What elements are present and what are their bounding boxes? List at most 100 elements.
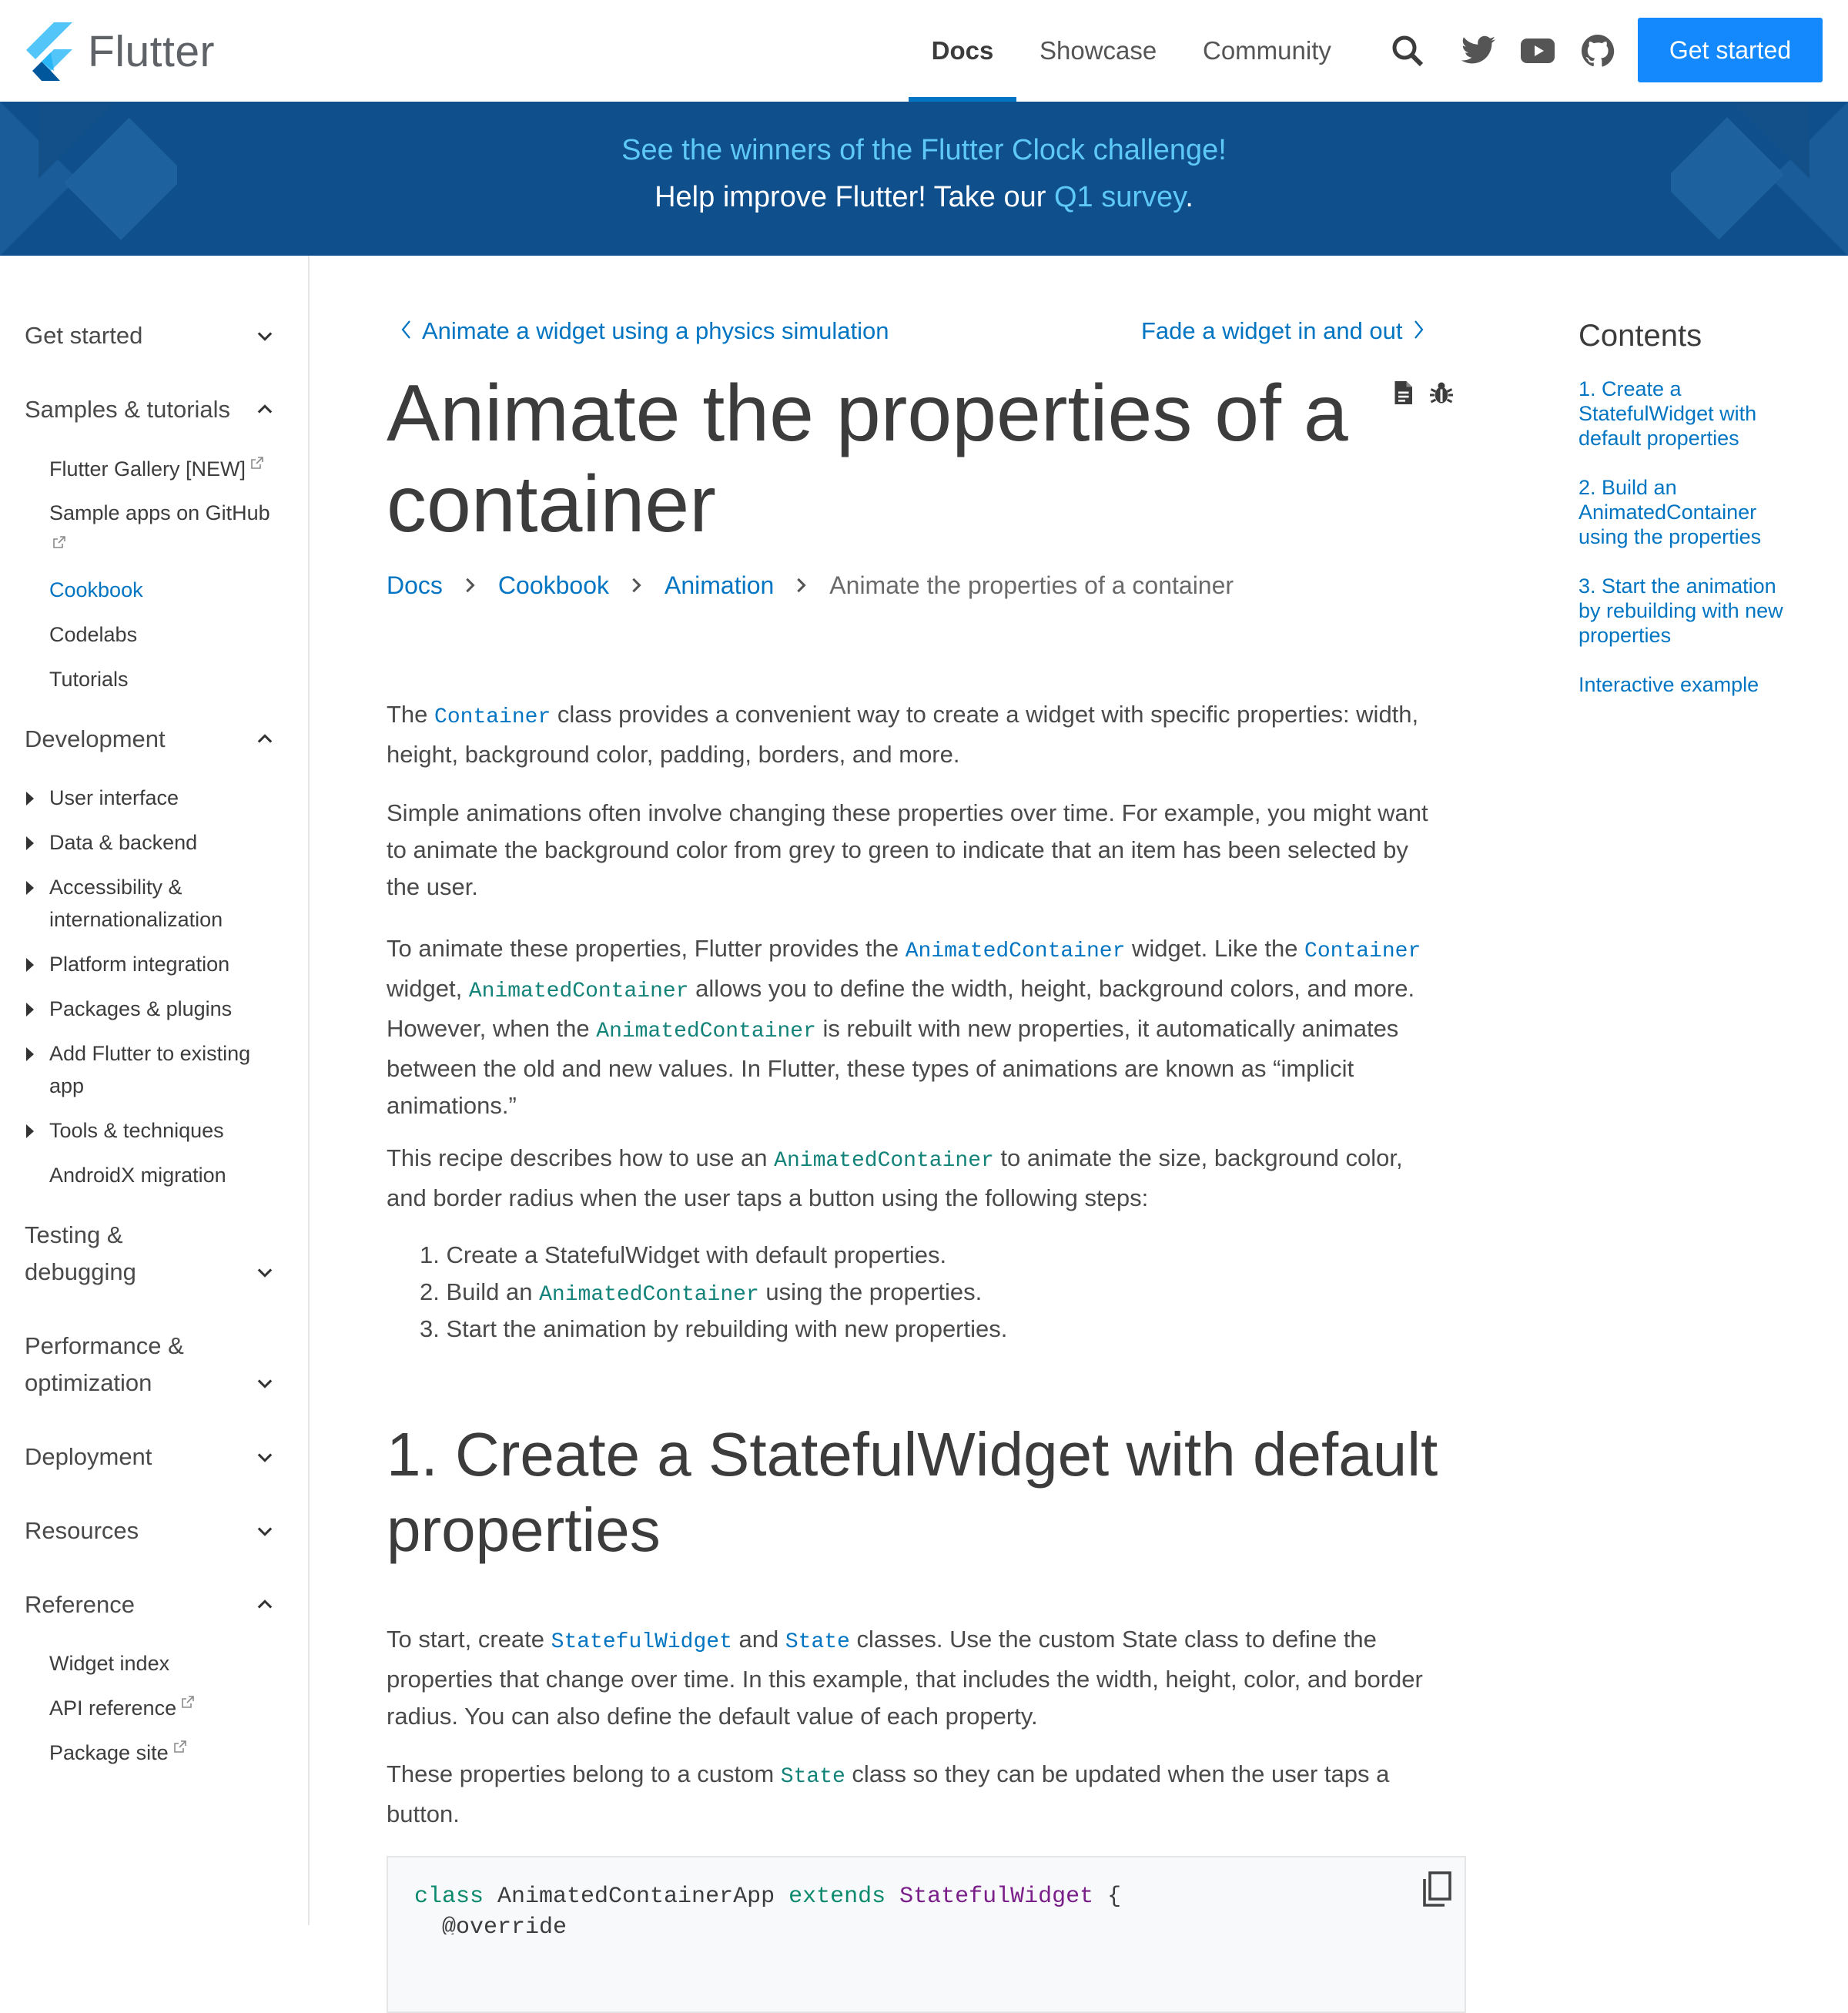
sidebar-item-sample-apps[interactable]: Sample apps on GitHub bbox=[49, 497, 288, 529]
sidebar-item-androidx[interactable]: AndroidX migration bbox=[49, 1159, 288, 1191]
sidebar-item-package-site[interactable]: Package site bbox=[49, 1737, 288, 1769]
inline-code: State bbox=[780, 1765, 845, 1789]
chevron-down-icon[interactable] bbox=[254, 1446, 276, 1468]
copy-icon[interactable] bbox=[1418, 1870, 1455, 1910]
sidebar-item-reference[interactable]: Reference bbox=[25, 1586, 279, 1623]
sidebar-item-performance[interactable]: Performance & bbox=[25, 1328, 279, 1365]
flutter-gallery-label: Flutter Gallery [NEW] bbox=[49, 457, 246, 481]
text: and border radius when the user taps a b… bbox=[387, 1184, 1149, 1211]
sidebar-item-flutter-gallery[interactable]: Flutter Gallery [NEW] bbox=[49, 453, 288, 485]
chevron-up-icon[interactable] bbox=[254, 399, 276, 420]
sidebar-item-data-backend[interactable]: Data & backend bbox=[49, 826, 288, 859]
sidebar-item-api-reference[interactable]: API reference bbox=[49, 1692, 288, 1724]
expand-arrow-icon[interactable] bbox=[26, 958, 34, 972]
github-icon[interactable] bbox=[1579, 32, 1616, 69]
text: the user. bbox=[387, 873, 478, 900]
container-code-link[interactable]: Container bbox=[1304, 940, 1421, 963]
toc-item-create-statefulwidget[interactable]: 1. Create a StatefulWidget with default … bbox=[1578, 377, 1810, 450]
nav-showcase[interactable]: Showcase bbox=[1040, 0, 1157, 102]
breadcrumb-cookbook[interactable]: Cookbook bbox=[498, 571, 609, 600]
animated-container-paragraph: To animate these properties, Flutter pro… bbox=[387, 930, 1465, 1124]
sidebar-item-user-interface[interactable]: User interface bbox=[49, 782, 288, 814]
youtube-icon[interactable] bbox=[1519, 32, 1556, 69]
get-started-button[interactable]: Get started bbox=[1638, 18, 1823, 82]
sidebar-item-testing[interactable]: Testing & bbox=[25, 1217, 279, 1254]
sidebar-item-samples[interactable]: Samples & tutorials bbox=[25, 391, 279, 428]
sidebar-item-accessibility[interactable]: Accessibility & bbox=[49, 871, 288, 903]
state-paragraph: These properties belong to a custom Stat… bbox=[387, 1756, 1465, 1833]
toc-item-interactive-example[interactable]: Interactive example bbox=[1578, 672, 1810, 697]
chevron-right-icon bbox=[466, 578, 475, 593]
toc-line: default properties bbox=[1578, 427, 1739, 450]
sidebar-item-packages-plugins[interactable]: Packages & plugins bbox=[49, 993, 288, 1025]
text: between the old and new values. In Flutt… bbox=[387, 1055, 1354, 1082]
sidebar-item-development[interactable]: Development bbox=[25, 721, 279, 758]
sidebar-item-get-started[interactable]: Get started bbox=[25, 317, 279, 354]
sidebar-item-testing-line2[interactable]: debugging bbox=[25, 1254, 279, 1291]
toc-item-build-animatedcontainer[interactable]: 2. Build an AnimatedContainer using the … bbox=[1578, 475, 1810, 549]
expand-arrow-icon[interactable] bbox=[26, 1124, 34, 1138]
sidebar-item-widget-index[interactable]: Widget index bbox=[49, 1647, 288, 1680]
chevron-right-icon bbox=[632, 578, 641, 593]
view-source-icon[interactable] bbox=[1389, 379, 1417, 407]
banner-right-decoration bbox=[1671, 102, 1848, 256]
sidebar-item-add-flutter[interactable]: Add Flutter to existing bbox=[49, 1037, 288, 1070]
breadcrumb-animation[interactable]: Animation bbox=[665, 571, 774, 600]
nav-docs[interactable]: Docs bbox=[909, 0, 1016, 102]
banner-left-decoration bbox=[0, 102, 177, 256]
next-page-label: Fade a widget in and out bbox=[1141, 317, 1403, 344]
expand-arrow-icon[interactable] bbox=[26, 1047, 34, 1061]
animatedcontainer-code-link[interactable]: AnimatedContainer bbox=[906, 940, 1126, 963]
nav-community[interactable]: Community bbox=[1203, 0, 1331, 102]
text: to animate the background color from gre… bbox=[387, 836, 1408, 863]
package-site-label: Package site bbox=[49, 1741, 169, 1764]
prev-page-link[interactable]: Animate a widget using a physics simulat… bbox=[399, 317, 889, 345]
code-line: @override bbox=[414, 1914, 567, 1934]
sidebar-item-platform-integration[interactable]: Platform integration bbox=[49, 948, 288, 980]
sidebar-item-tutorials[interactable]: Tutorials bbox=[49, 663, 288, 695]
toc-line: 3. Start the animation bbox=[1578, 574, 1776, 598]
expand-arrow-icon[interactable] bbox=[26, 836, 34, 850]
breadcrumb: Docs Cookbook Animation Animate the prop… bbox=[387, 567, 1234, 604]
q1-survey-link[interactable]: Q1 survey bbox=[1054, 181, 1185, 213]
intro-paragraph: The Container class provides a convenien… bbox=[387, 696, 1465, 773]
flutter-logo-link[interactable]: Flutter bbox=[23, 22, 215, 82]
chevron-down-icon[interactable] bbox=[254, 325, 276, 347]
sidebar-item-deployment[interactable]: Deployment bbox=[25, 1439, 279, 1475]
sidebar-item-performance-line2[interactable]: optimization bbox=[25, 1365, 279, 1402]
toc-line: 2. Build an bbox=[1578, 476, 1677, 499]
chevron-down-icon[interactable] bbox=[254, 1372, 276, 1394]
next-page-link[interactable]: Fade a widget in and out bbox=[1141, 317, 1426, 345]
state-code-link[interactable]: State bbox=[785, 1630, 850, 1654]
text: widget. Like the bbox=[1125, 935, 1305, 962]
step-item: 1. Create a StatefulWidget with default … bbox=[420, 1241, 947, 1268]
toc-line: using the properties bbox=[1578, 525, 1762, 548]
api-reference-label: API reference bbox=[49, 1696, 177, 1720]
expand-arrow-icon[interactable] bbox=[26, 792, 34, 806]
sidebar-item-accessibility-line2[interactable]: internationalization bbox=[49, 903, 288, 936]
twitter-icon[interactable] bbox=[1460, 32, 1497, 69]
chevron-up-icon[interactable] bbox=[254, 1594, 276, 1616]
statefulwidget-code-link[interactable]: StatefulWidget bbox=[551, 1630, 732, 1654]
clock-challenge-link[interactable]: See the winners of the Flutter Clock cha… bbox=[621, 134, 1227, 166]
top-navigation-bar: Flutter Docs Showcase Community Get star… bbox=[0, 0, 1848, 102]
sidebar-item-add-flutter-line2[interactable]: app bbox=[49, 1070, 288, 1102]
breadcrumb-docs[interactable]: Docs bbox=[387, 571, 443, 600]
container-code-link[interactable]: Container bbox=[434, 705, 551, 729]
chevron-down-icon[interactable] bbox=[254, 1261, 276, 1283]
expand-arrow-icon[interactable] bbox=[26, 1003, 34, 1017]
chevron-right-icon bbox=[1414, 320, 1423, 339]
chevron-up-icon[interactable] bbox=[254, 728, 276, 750]
sidebar-item-codelabs[interactable]: Codelabs bbox=[49, 618, 288, 651]
flutter-logo-icon bbox=[26, 22, 72, 81]
sidebar-item-resources[interactable]: Resources bbox=[25, 1512, 279, 1549]
sidebar-item-tools-techniques[interactable]: Tools & techniques bbox=[49, 1114, 288, 1147]
expand-arrow-icon[interactable] bbox=[26, 881, 34, 895]
step-item: 2. Build an AnimatedContainer using the … bbox=[420, 1274, 1007, 1311]
sidebar-item-cookbook[interactable]: Cookbook bbox=[49, 574, 288, 606]
chevron-down-icon[interactable] bbox=[254, 1520, 276, 1542]
chevron-left-icon bbox=[401, 320, 410, 339]
report-bug-icon[interactable] bbox=[1428, 379, 1455, 407]
search-icon[interactable] bbox=[1389, 32, 1426, 69]
toc-item-start-animation[interactable]: 3. Start the animation by rebuilding wit… bbox=[1578, 574, 1810, 648]
